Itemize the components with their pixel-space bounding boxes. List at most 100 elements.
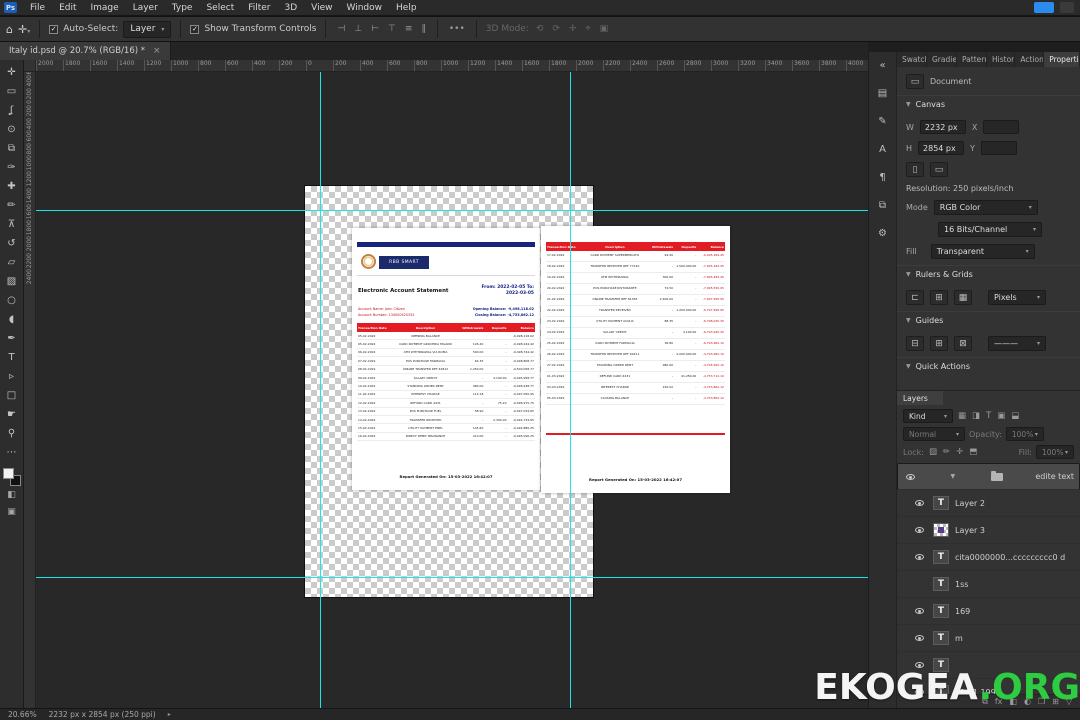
guide-horizontal-1[interactable] (36, 210, 868, 211)
layer-row[interactable]: T 169 (897, 598, 1080, 625)
section-guides[interactable]: ▼ Guides (897, 311, 1080, 329)
quick-mask-icon[interactable]: ◧ (1, 486, 23, 503)
align-top-icon[interactable]: ⊤ (386, 24, 398, 34)
tool-button[interactable]: ✑ (1, 158, 23, 177)
visibility-toggle[interactable] (911, 527, 927, 533)
menu-item[interactable]: Layer (126, 0, 165, 16)
tool-button[interactable]: ✚ (1, 177, 23, 196)
align-right-icon[interactable]: ⊢ (369, 24, 381, 34)
section-canvas[interactable]: ▼ Canvas (897, 95, 1080, 113)
grid-icon[interactable]: ⊞ (930, 290, 948, 305)
tool-button[interactable]: ▭ (1, 82, 23, 101)
scale-3d-icon[interactable]: ▣ (598, 24, 611, 34)
foreground-color-swatch[interactable] (2, 468, 14, 479)
distribute-vertical-icon[interactable]: ∥ (419, 24, 428, 34)
portrait-orientation-icon[interactable]: ▯ (906, 162, 924, 177)
move-tool-preset-icon[interactable]: ✛▾ (18, 23, 30, 36)
visibility-toggle[interactable] (911, 581, 927, 587)
tool-button[interactable]: ✒ (1, 329, 23, 348)
share-button-icon[interactable] (1034, 2, 1054, 13)
layer-row[interactable]: Layer 3 (897, 517, 1080, 544)
visibility-toggle[interactable] (911, 500, 927, 506)
menu-item[interactable]: 3D (278, 0, 305, 16)
drag-3d-icon[interactable]: ✛ (567, 24, 579, 34)
tool-button[interactable]: ○ (1, 291, 23, 310)
units-dropdown[interactable]: Pixels ▾ (988, 290, 1046, 305)
canvas-height-field[interactable]: 2854 px (918, 141, 965, 155)
auto-select-checkbox[interactable] (49, 24, 59, 34)
status-options-icon[interactable]: ▸ (168, 711, 171, 718)
menu-item[interactable]: Filter (241, 0, 277, 16)
tool-button[interactable]: ☛ (1, 405, 23, 424)
canvas-viewport[interactable]: RBB SMART Electronic Account Statement F… (36, 72, 868, 708)
color-swatches[interactable] (2, 468, 21, 486)
canvas-y-field[interactable] (980, 141, 1017, 155)
filter-adjustment-icon[interactable]: ◨ (971, 411, 981, 421)
tool-button[interactable]: ▨ (1, 272, 23, 291)
canvas-width-field[interactable]: 2232 px (919, 120, 966, 134)
document-tab[interactable]: Italy id.psd @ 20.7% (RGB/16) * × (0, 42, 171, 60)
section-rulers-grids[interactable]: ▼ Rulers & Grids (897, 265, 1080, 283)
distribute-horizontal-icon[interactable]: ≡ (403, 24, 415, 34)
lock-pixels-icon[interactable]: ✏ (942, 447, 951, 457)
paragraph-panel-icon[interactable]: ¶ (873, 168, 893, 186)
menu-item[interactable]: Edit (52, 0, 83, 16)
opacity-dropdown[interactable]: 100% ▾ (1005, 427, 1044, 441)
fill-dropdown[interactable]: Transparent ▾ (930, 244, 1035, 259)
roll-3d-icon[interactable]: ⟳ (550, 24, 562, 34)
close-tab-icon[interactable]: × (153, 46, 161, 56)
lock-transparency-icon[interactable]: ▨ (928, 447, 938, 457)
landscape-orientation-icon[interactable]: ▭ (930, 162, 948, 177)
guide-vertical-1[interactable] (320, 72, 321, 708)
align-center-icon[interactable]: ⊥ (352, 24, 364, 34)
show-transform-checkbox[interactable] (190, 24, 200, 34)
layer-row[interactable]: T cita0000000...ccccccccc0 d (897, 544, 1080, 571)
tool-button[interactable]: ⋯ (1, 443, 23, 462)
layer-row[interactable]: T m (897, 625, 1080, 652)
layers-tab[interactable]: Layers (897, 391, 943, 405)
guide-layout-icon[interactable]: ⊞ (930, 336, 948, 351)
lock-position-icon[interactable]: ✛ (955, 447, 964, 457)
bit-depth-dropdown[interactable]: 16 Bits/Channel ▾ (938, 222, 1042, 237)
vertical-ruler[interactable]: 6004002000200400600800100012001400160018… (24, 62, 36, 708)
tool-button[interactable]: ⊼ (1, 215, 23, 234)
tool-button[interactable]: ⊙ (1, 120, 23, 139)
character-panel-icon[interactable]: A (873, 140, 893, 158)
clone-source-panel-icon[interactable]: ⧉ (873, 196, 893, 214)
filter-type-icon[interactable]: T (985, 411, 992, 421)
section-quick-actions[interactable]: ▼ Quick Actions (897, 357, 1080, 375)
layer-row[interactable]: T Layer 2 (897, 490, 1080, 517)
layer-row-group[interactable]: ▼ edite text (897, 463, 1080, 490)
lock-all-icon[interactable]: ⬒ (968, 447, 978, 457)
clear-guides-icon[interactable]: ⊠ (954, 336, 972, 351)
workspace-switcher-icon[interactable] (1060, 2, 1074, 13)
visibility-toggle[interactable] (911, 608, 927, 614)
tool-button[interactable]: ⚲ (1, 424, 23, 443)
tool-button[interactable]: ʆ (1, 101, 23, 120)
menu-item[interactable]: Help (389, 0, 424, 16)
orbit-3d-icon[interactable]: ⟲ (534, 24, 546, 34)
swatches-panel-icon[interactable]: ▤ (873, 84, 893, 102)
home-icon[interactable]: ⌂ (6, 23, 13, 36)
ruler-origin[interactable] (24, 60, 36, 72)
visibility-toggle[interactable] (902, 473, 918, 480)
slide-3d-icon[interactable]: ⌖ (584, 24, 593, 34)
canvas-x-field[interactable] (983, 120, 1020, 134)
tab-properties[interactable]: Properties (1044, 52, 1080, 67)
group-expand-icon[interactable]: ▼ (950, 473, 958, 480)
filter-pixel-icon[interactable]: ▦ (957, 411, 967, 421)
tool-button[interactable]: ▹ (1, 367, 23, 386)
horizontal-ruler[interactable]: 2000 1800 1600 1400 1200 1000 800 600 400 200 0 200… (36, 60, 868, 72)
tab-gradients[interactable]: Gradients (927, 52, 957, 67)
tool-button[interactable]: □ (1, 386, 23, 405)
tool-button[interactable]: ◖ (1, 310, 23, 329)
tool-button[interactable]: ✛ (1, 63, 23, 82)
filter-kind-dropdown[interactable]: Kind ▾ (903, 409, 953, 423)
blend-mode-dropdown[interactable]: Normal ▾ (903, 427, 965, 441)
menu-item[interactable]: Image (84, 0, 126, 16)
filter-shape-icon[interactable]: ▣ (996, 411, 1006, 421)
pixel-grid-icon[interactable]: ▦ (954, 290, 972, 305)
filter-smart-object-icon[interactable]: ⬓ (1010, 411, 1020, 421)
settings-panel-icon[interactable]: ⚙ (873, 224, 893, 242)
new-guide-icon[interactable]: ⊟ (906, 336, 924, 351)
